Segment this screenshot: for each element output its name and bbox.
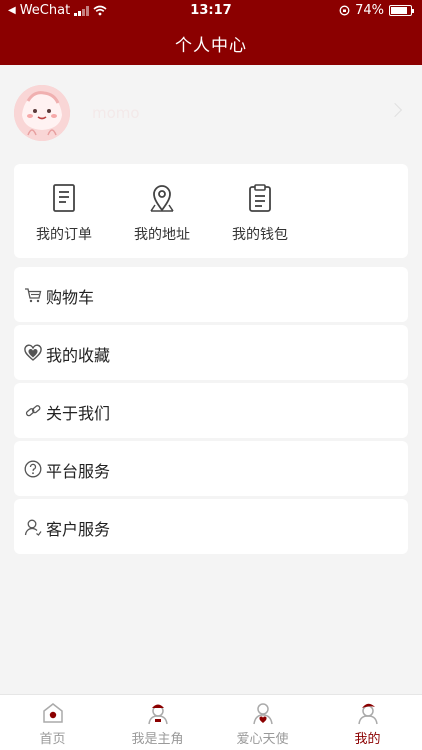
- username: momo: [92, 104, 140, 122]
- menu-item-label: 平台服务: [46, 462, 111, 481]
- quick-action-label: 我的订单: [36, 227, 92, 243]
- question-icon: [24, 460, 42, 478]
- tab-label: 我的: [354, 732, 381, 747]
- menu-item-label: 购物车: [46, 288, 95, 307]
- menu-item-label: 客户服务: [46, 520, 111, 539]
- avatar[interactable]: [14, 85, 70, 141]
- tab-label: 爱心天使: [236, 732, 289, 747]
- menu-item-customer-service[interactable]: 客户服务: [14, 499, 408, 554]
- tab-label: 首页: [39, 732, 66, 747]
- link-icon: [25, 405, 41, 417]
- tab-mine[interactable]: 我的: [315, 695, 420, 750]
- menu-item-about[interactable]: 关于我们: [14, 383, 408, 438]
- quick-action-address[interactable]: 我的地址: [112, 164, 212, 258]
- chevron-right-icon: [387, 102, 403, 118]
- avatar-image: [14, 85, 70, 141]
- tab-home[interactable]: 首页: [0, 695, 105, 750]
- orientation-lock-icon: [339, 5, 350, 16]
- profile-icon: [358, 703, 378, 725]
- quick-action-orders[interactable]: 我的订单: [14, 164, 114, 258]
- order-document-icon: [53, 184, 75, 212]
- quick-action-label: 我的地址: [134, 227, 190, 243]
- app-header: ◀ WeChat 13:17 74% 个人中心: [0, 0, 422, 65]
- menu-item-favorites[interactable]: 我的收藏: [14, 325, 408, 380]
- quick-action-wallet[interactable]: 我的钱包: [210, 164, 310, 258]
- user-icon: [24, 519, 42, 536]
- cart-icon: [25, 288, 42, 303]
- page-title: 个人中心: [175, 36, 247, 56]
- status-right: 74%: [339, 3, 414, 18]
- tab-label: 我是主角: [131, 732, 184, 747]
- protagonist-icon: [148, 704, 168, 725]
- battery-percent: 74%: [355, 3, 384, 18]
- bottom-tab-bar: 首页 我是主角 爱心天使 我的: [0, 694, 422, 750]
- quick-action-label: 我的钱包: [232, 227, 288, 243]
- tab-protagonist[interactable]: 我是主角: [105, 695, 210, 750]
- profile-section[interactable]: momo: [0, 65, 422, 157]
- tab-angel[interactable]: 爱心天使: [210, 695, 315, 750]
- location-pin-icon: [150, 185, 174, 212]
- battery-icon: [389, 5, 414, 16]
- status-bar: ◀ WeChat 13:17 74%: [0, 0, 422, 22]
- heart-icon: [24, 344, 42, 361]
- menu-item-label: 关于我们: [46, 404, 111, 423]
- angel-heart-icon: [253, 703, 273, 725]
- quick-actions-card: 我的订单 我的地址 我的钱包: [14, 164, 408, 258]
- menu-item-cart[interactable]: 购物车: [14, 267, 408, 322]
- home-icon: [43, 703, 63, 723]
- wallet-clipboard-icon: [249, 184, 271, 212]
- menu-item-label: 我的收藏: [46, 346, 111, 365]
- menu-item-platform-service[interactable]: 平台服务: [14, 441, 408, 496]
